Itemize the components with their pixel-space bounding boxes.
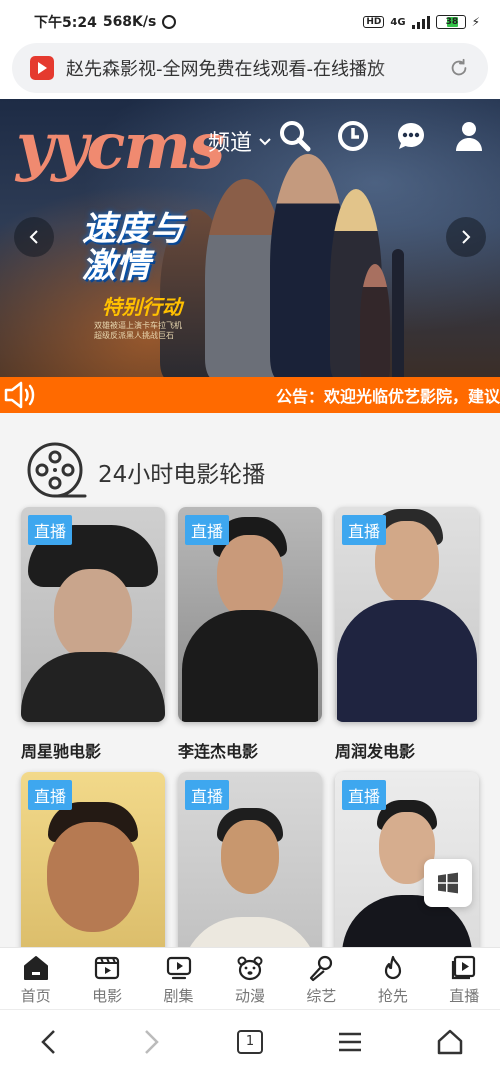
tab-live[interactable]: 直播: [429, 948, 500, 1009]
search-icon[interactable]: [278, 119, 312, 153]
live-badge: 直播: [185, 515, 230, 545]
home-outline-icon: [437, 1029, 463, 1054]
movie-card[interactable]: 直播 周润发电影: [335, 507, 479, 762]
poster-title-line1: 速度与: [82, 209, 184, 249]
message-icon[interactable]: [394, 119, 428, 153]
film-icon: [95, 956, 120, 980]
movie-thumbnail: 直播: [21, 507, 165, 722]
microphone-icon: [310, 955, 333, 982]
chevron-left-icon: [29, 230, 38, 244]
live-badge: 直播: [185, 780, 230, 810]
site-favicon: [30, 56, 54, 80]
battery-level: 38: [445, 17, 459, 27]
movie-card[interactable]: 直播: [21, 772, 165, 947]
hero-banner[interactable]: yycms 频道 速度与 激情 特别行动 双雄被逼上演卡车拉飞机 超级反派黑人挑…: [0, 99, 500, 377]
movie-thumbnail: 直播: [335, 507, 479, 722]
chevron-down-icon: [259, 138, 271, 146]
address-bar[interactable]: 赵先森影视-全网免费在线观看-在线播放: [12, 43, 488, 93]
tab-home[interactable]: 首页: [0, 948, 71, 1009]
floating-windows-button[interactable]: [424, 859, 472, 907]
poster-subtitle: 特别行动: [102, 295, 182, 319]
tab-label: 电影: [92, 987, 123, 1005]
battery-icon: 38: [435, 15, 466, 29]
live-badge: 直播: [28, 515, 73, 545]
forward-arrow-icon: [145, 1029, 159, 1054]
bear-icon: [237, 956, 263, 981]
banner-next-button[interactable]: [446, 217, 486, 257]
tab-label: 抢先: [377, 987, 408, 1005]
section-title: 24小时电影轮播: [98, 462, 266, 488]
poster-caption: 双雄被逼上演卡车拉飞机 超级反派黑人挑战巨石: [94, 321, 182, 341]
tv-icon: [166, 956, 191, 980]
tab-anime[interactable]: 动漫: [214, 948, 285, 1009]
movie-card[interactable]: 直播 周星驰电影: [21, 507, 165, 762]
tab-series[interactable]: 剧集: [143, 948, 214, 1009]
film-reel-icon: [27, 442, 87, 498]
signal-icon: [411, 15, 430, 29]
status-time: 下午5:24: [34, 15, 97, 31]
live-badge: 直播: [342, 780, 387, 810]
movie-card[interactable]: 直播 李连杰电影: [178, 507, 322, 762]
charging-icon: ⚡: [471, 15, 480, 29]
poster-title-line2: 激情: [82, 246, 150, 287]
poster-title: 速度与 激情: [82, 209, 184, 287]
movie-title: 周润发电影: [335, 742, 416, 761]
user-icon[interactable]: [452, 119, 486, 153]
status-net-speed: 568K/s: [102, 14, 157, 30]
notice-text: 公告：欢迎光临优艺影院，建议: [276, 387, 500, 406]
banner-prev-button[interactable]: [14, 217, 54, 257]
tabs-button[interactable]: 1: [230, 1022, 270, 1062]
speaker-icon: [4, 381, 35, 409]
history-icon[interactable]: [336, 119, 370, 153]
movie-thumbnail: 直播: [21, 772, 165, 947]
back-arrow-icon: [41, 1029, 55, 1054]
hamburger-menu-icon: [339, 1032, 361, 1051]
tab-preview[interactable]: 抢先: [357, 948, 428, 1009]
fire-icon: [384, 955, 401, 980]
reload-icon[interactable]: [448, 57, 470, 79]
chevron-right-icon: [462, 230, 471, 244]
page-title: 赵先森影视-全网免费在线观看-在线播放: [66, 59, 385, 80]
poster-figure: [360, 264, 390, 377]
movie-title: 李连杰电影: [178, 742, 259, 761]
tab-label: 首页: [20, 987, 51, 1005]
movie-card[interactable]: 直播: [178, 772, 322, 947]
bottom-tab-bar: 首页 电影 剧集 动漫 综艺 抢先 直播: [0, 947, 500, 1009]
windows-icon: [438, 872, 458, 894]
status-bar: 下午5:24 568K/s HD 4G 38 ⚡: [0, 0, 500, 44]
channel-label: 频道: [208, 131, 253, 156]
live-badge: 直播: [342, 515, 387, 545]
tab-label: 直播: [449, 987, 480, 1005]
home-icon: [23, 956, 48, 980]
live-badge: 直播: [28, 780, 73, 810]
movie-thumbnail: 直播: [178, 507, 322, 722]
tab-label: 剧集: [163, 987, 194, 1005]
tab-count: 1: [237, 1029, 263, 1054]
back-button[interactable]: [30, 1022, 70, 1062]
tab-label: 综艺: [306, 987, 337, 1005]
tab-label: 动漫: [234, 987, 265, 1005]
alarm-icon: [162, 15, 177, 29]
hd-indicator: HD: [363, 16, 385, 28]
network-type: 4G: [390, 16, 406, 28]
tab-variety[interactable]: 综艺: [286, 948, 357, 1009]
section-header: 24小时电影轮播: [26, 441, 265, 503]
poster-tower: [392, 249, 404, 377]
movie-thumbnail: 直播: [178, 772, 322, 947]
menu-button[interactable]: [330, 1022, 370, 1062]
notice-bar: 公告：欢迎光临优艺影院，建议: [0, 377, 500, 413]
tab-movies[interactable]: 电影: [71, 948, 142, 1009]
home-button[interactable]: [430, 1022, 470, 1062]
browser-nav-bar: 1: [0, 1009, 500, 1083]
channel-menu[interactable]: 频道: [208, 125, 272, 157]
live-icon: [452, 955, 476, 980]
site-logo[interactable]: yycms: [16, 109, 225, 184]
movie-title: 周星驰电影: [21, 742, 102, 761]
forward-button[interactable]: [130, 1022, 170, 1062]
main-content: 24小时电影轮播 直播 周星驰电影 直播 李连杰电影 直播 周润发电影 直播 直…: [0, 413, 500, 947]
